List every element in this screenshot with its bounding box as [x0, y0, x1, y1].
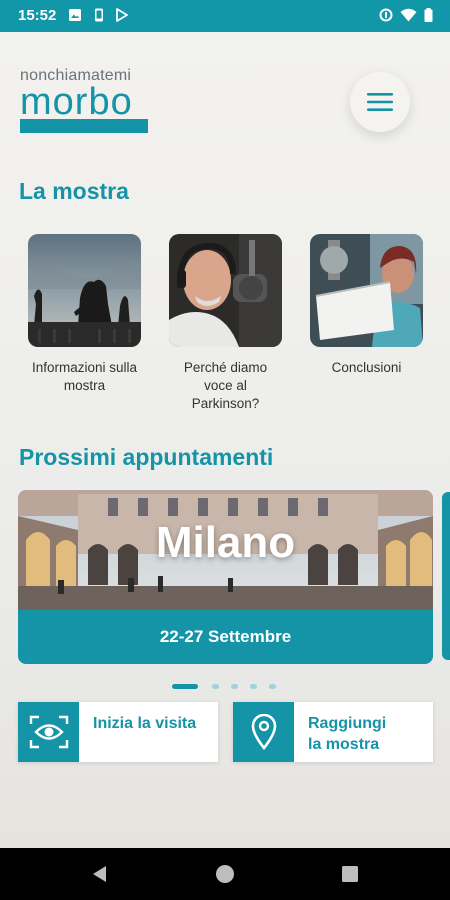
phone-device-icon	[95, 8, 103, 22]
map-pin-icon	[251, 714, 276, 750]
man-microphone-photo	[169, 234, 282, 347]
brand-big-text: morbo	[20, 81, 133, 123]
recents-icon[interactable]	[341, 865, 359, 883]
statues-photo	[28, 234, 141, 347]
woman-microphone-photo	[310, 234, 423, 347]
data-saver-icon	[379, 8, 393, 22]
play-store-icon	[116, 8, 128, 22]
card-label: Conclusioni	[331, 360, 402, 375]
image-icon	[69, 9, 81, 21]
pagination-dot-active[interactable]	[172, 684, 198, 689]
home-icon[interactable]	[214, 863, 236, 885]
system-nav-bar	[0, 848, 450, 900]
start-visit-button[interactable]: Inizia la visita	[18, 702, 218, 762]
directions-label: Raggiungi la mostra	[308, 715, 387, 753]
pagination-dot[interactable]	[212, 684, 219, 689]
card-label: Perché diamo voce al Parkinson?	[183, 360, 268, 411]
section-title-exhibition: La mostra	[19, 178, 129, 204]
event-slide[interactable]: Milano 22-27 Settembre	[18, 490, 433, 664]
next-slide-peek[interactable]	[442, 492, 450, 660]
brand-logo: nonchiamatemi morbo	[20, 67, 150, 137]
pagination-dot[interactable]	[231, 684, 238, 689]
section-title-events: Prossimi appuntamenti	[19, 444, 274, 470]
icon-box	[18, 702, 79, 762]
icon-box	[233, 702, 294, 762]
card-conclusioni[interactable]: Conclusioni	[310, 234, 423, 377]
status-bar: 15:52	[0, 0, 450, 32]
back-icon[interactable]	[90, 864, 110, 884]
pagination-dot[interactable]	[269, 684, 276, 689]
menu-button[interactable]	[350, 72, 410, 132]
eye-scan-icon	[29, 715, 68, 749]
wifi-icon	[400, 8, 417, 22]
directions-button[interactable]: Raggiungi la mostra	[233, 702, 433, 762]
status-time: 15:52	[18, 7, 57, 24]
start-visit-label: Inizia la visita	[93, 715, 197, 732]
pagination-dot[interactable]	[250, 684, 257, 689]
card-informazioni[interactable]: Informazioni sulla mostra	[28, 234, 141, 395]
brand-underline	[20, 119, 148, 133]
event-dates: 22-27 Settembre	[18, 610, 433, 664]
card-label: Informazioni sulla mostra	[31, 360, 138, 393]
event-city: Milano	[155, 518, 296, 567]
hamburger-menu-icon	[367, 93, 393, 111]
battery-icon	[424, 8, 433, 22]
card-perche[interactable]: Perché diamo voce al Parkinson?	[169, 234, 282, 413]
